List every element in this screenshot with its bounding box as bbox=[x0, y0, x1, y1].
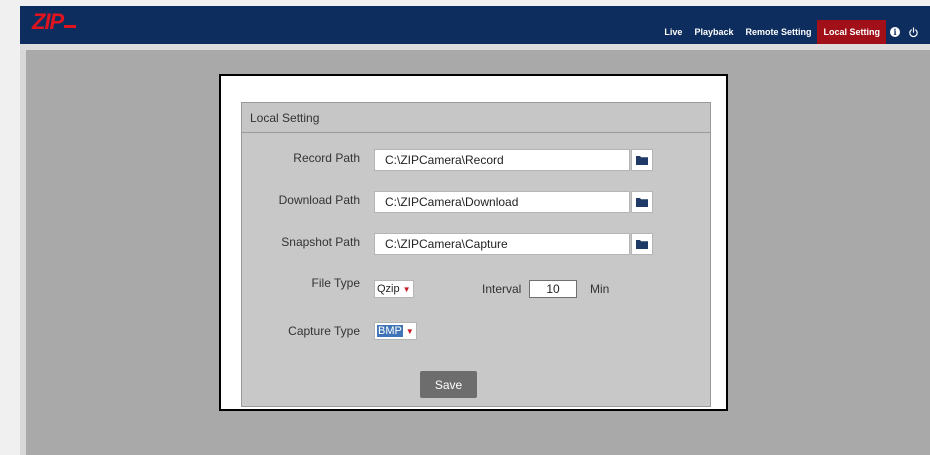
download-path-input[interactable]: C:\ZIPCamera\Download bbox=[374, 191, 630, 213]
file-type-label: File Type bbox=[311, 276, 360, 290]
record-path-input[interactable]: C:\ZIPCamera\Record bbox=[374, 149, 630, 171]
local-setting-panel: Local Setting Record Path C:\ZIPCamera\R… bbox=[241, 102, 711, 407]
file-type-value: Qzip bbox=[377, 283, 400, 295]
panel-title: Local Setting bbox=[242, 103, 710, 133]
snapshot-path-browse-button[interactable] bbox=[631, 233, 653, 255]
logo-swoosh bbox=[64, 25, 77, 28]
power-icon[interactable] bbox=[904, 20, 922, 44]
snapshot-path-input[interactable]: C:\ZIPCamera\Capture bbox=[374, 233, 630, 255]
file-type-select[interactable]: Qzip ▼ bbox=[374, 280, 414, 298]
save-button[interactable]: Save bbox=[420, 371, 477, 398]
capture-type-label: Capture Type bbox=[288, 324, 360, 338]
folder-icon bbox=[636, 156, 648, 165]
interval-input[interactable]: 10 bbox=[529, 280, 577, 298]
nav-playback[interactable]: Playback bbox=[688, 20, 739, 44]
page: ZIP Live Playback Remote Setting Local S… bbox=[0, 0, 930, 455]
record-path-browse-button[interactable] bbox=[631, 149, 653, 171]
interval-unit-label: Min bbox=[590, 282, 610, 296]
dropdown-caret-icon: ▼ bbox=[402, 284, 411, 294]
record-path-label: Record Path bbox=[293, 151, 360, 165]
top-navigation-bar: ZIP Live Playback Remote Setting Local S… bbox=[20, 6, 930, 44]
capture-type-select[interactable]: BMP ▼ bbox=[374, 322, 417, 340]
snapshot-path-label: Snapshot Path bbox=[281, 235, 360, 249]
folder-icon bbox=[636, 240, 648, 249]
left-margin bbox=[0, 44, 20, 455]
folder-icon bbox=[636, 198, 648, 207]
interval-label: Interval bbox=[482, 282, 522, 296]
nav-live[interactable]: Live bbox=[658, 20, 688, 44]
zip-logo: ZIP bbox=[32, 9, 77, 34]
dropdown-caret-icon: ▼ bbox=[405, 326, 414, 336]
capture-type-value: BMP bbox=[377, 325, 403, 337]
logo-text: ZIP bbox=[32, 9, 64, 34]
local-setting-dialog: Local Setting Record Path C:\ZIPCamera\R… bbox=[219, 74, 728, 411]
download-path-label: Download Path bbox=[278, 193, 360, 207]
nav-local-setting[interactable]: Local Setting bbox=[817, 20, 886, 44]
main-nav: Live Playback Remote Setting Local Setti… bbox=[658, 20, 922, 44]
info-icon[interactable]: i bbox=[886, 20, 904, 44]
download-path-browse-button[interactable] bbox=[631, 191, 653, 213]
nav-remote-setting[interactable]: Remote Setting bbox=[739, 20, 817, 44]
